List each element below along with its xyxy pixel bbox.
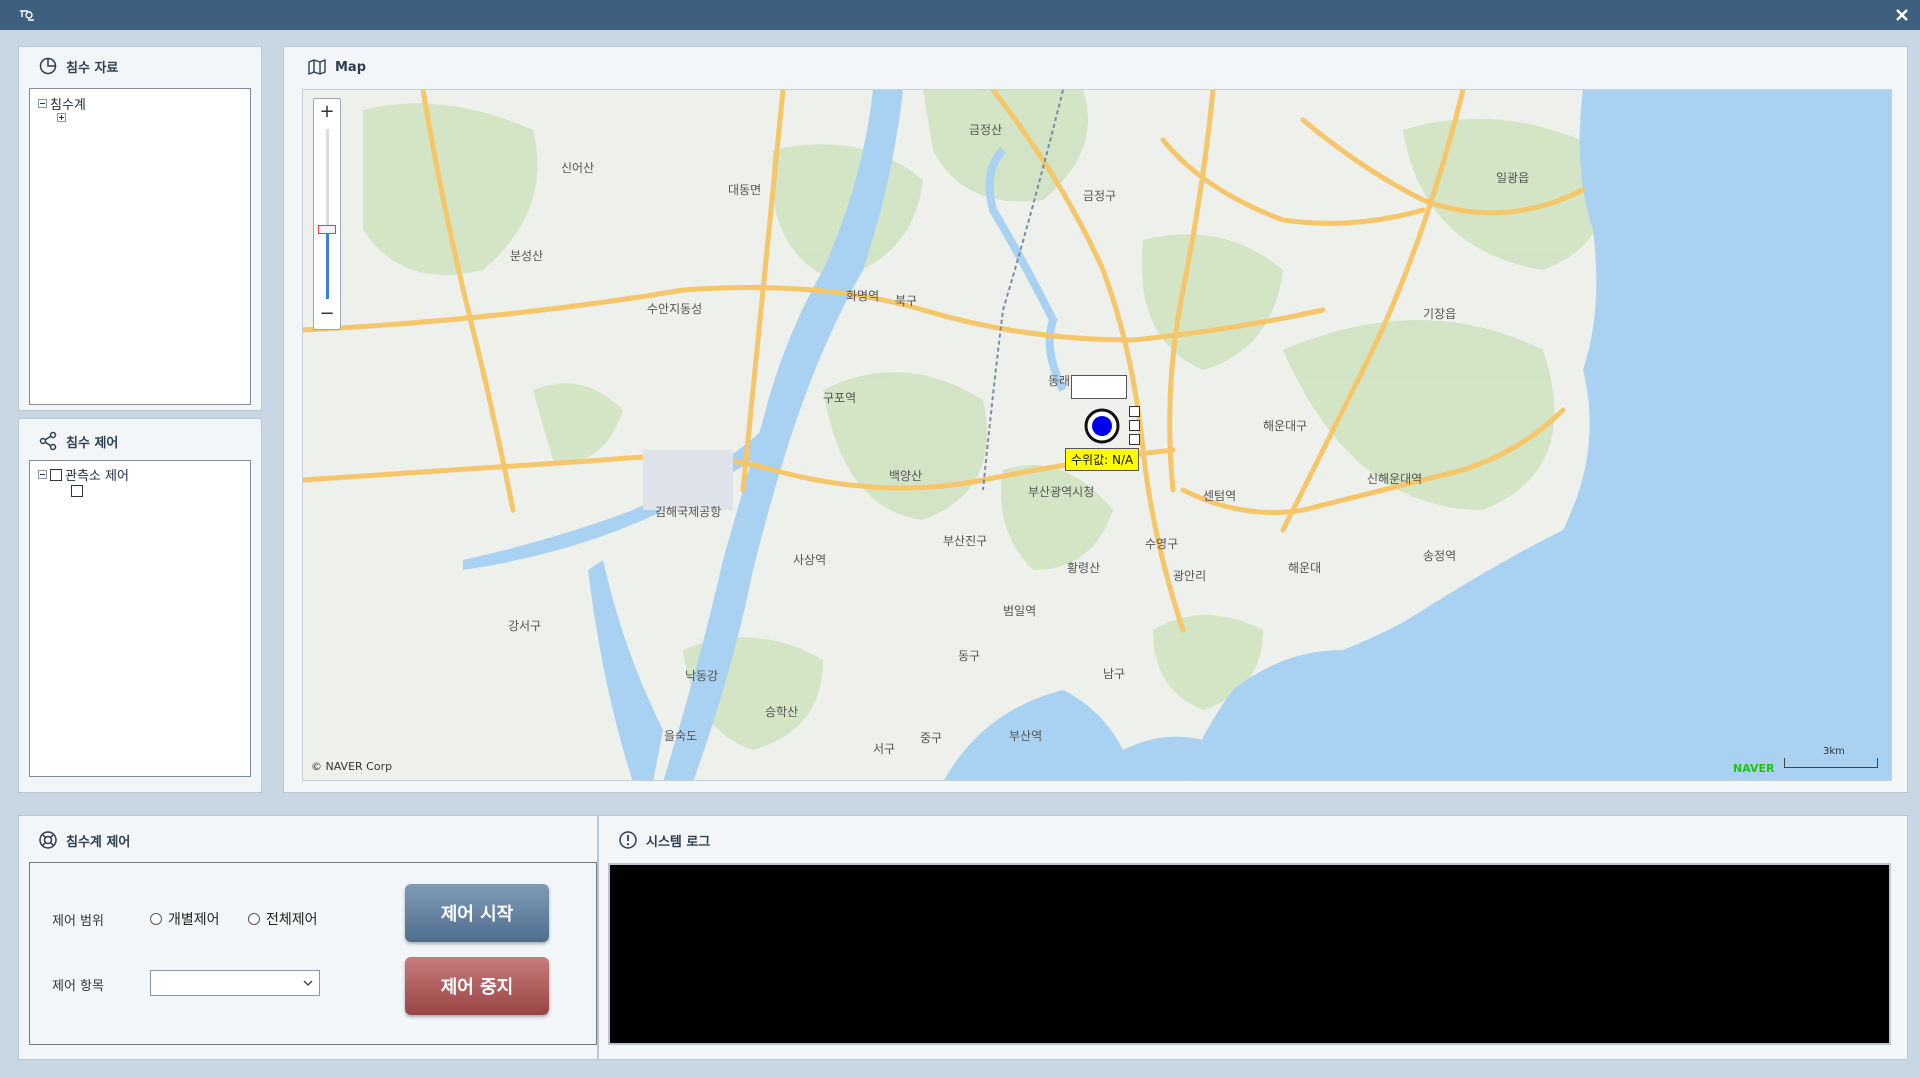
station-control-label: 관측소 제어 <box>65 469 129 484</box>
share-nodes-icon <box>39 431 57 451</box>
map-header: Map <box>307 57 366 77</box>
radio-all-dot[interactable] <box>248 913 260 925</box>
marker-label-box[interactable] <box>1071 375 1127 399</box>
system-log-title: 시스템 로그 <box>646 834 711 850</box>
svg-text:중구: 중구 <box>920 731 942 745</box>
stop-control-button[interactable]: 제어 중지 <box>405 957 549 1015</box>
flood-control-tree[interactable]: 관측소 제어 <box>29 460 251 777</box>
naver-logo: NAVER <box>1733 762 1775 775</box>
svg-text:금정산: 금정산 <box>969 123 1002 137</box>
collapse-icon[interactable] <box>38 470 47 479</box>
svg-text:사상역: 사상역 <box>793 553 826 567</box>
map-scale-label: 3km <box>1823 746 1845 757</box>
svg-text:기장읍: 기장읍 <box>1423 307 1456 321</box>
chevron-down-icon <box>303 980 313 986</box>
system-log-output[interactable] <box>608 863 1891 1045</box>
svg-text:김해국제공항: 김해국제공항 <box>655 505 721 519</box>
map-view[interactable]: 대동면 금정구 북구 기장읍 해운대구 동래 부산진구 수영구 남구 강서구 서… <box>302 89 1892 781</box>
tree-node-station-child[interactable] <box>71 485 86 497</box>
svg-text:범일역: 범일역 <box>1003 604 1036 618</box>
zoom-track-fill <box>326 229 329 299</box>
svg-text:해운대: 해운대 <box>1288 561 1321 575</box>
water-level-tooltip: 수위값: N/A <box>1065 448 1140 471</box>
gauge-control-header: 침수계 제어 <box>38 830 130 850</box>
control-item-label: 제어 항목 <box>52 979 104 994</box>
marker-option-2[interactable] <box>1129 420 1140 431</box>
zoom-control[interactable]: + − <box>313 98 341 330</box>
svg-text:낙동강: 낙동강 <box>685 669 718 683</box>
svg-text:동구: 동구 <box>958 649 980 663</box>
svg-text:화명역: 화명역 <box>846 289 879 303</box>
svg-text:수안지동성: 수안지동성 <box>647 302 702 316</box>
svg-text:승학산: 승학산 <box>765 705 798 719</box>
tree-node-station-control[interactable]: 관측소 제어 <box>38 465 129 484</box>
control-range-label: 제어 범위 <box>52 914 104 929</box>
expand-icon[interactable] <box>57 113 66 122</box>
map-copyright: © NAVER Corp <box>311 760 393 773</box>
flood-data-tree[interactable]: 침수계 <box>29 88 251 405</box>
radio-individual-label: 개별제어 <box>168 912 220 928</box>
alert-circle-icon <box>619 831 637 849</box>
svg-text:분성산: 분성산 <box>510 249 543 263</box>
svg-text:부산진구: 부산진구 <box>943 534 987 548</box>
svg-text:신어산: 신어산 <box>561 161 594 175</box>
map-scale-bar: 3km <box>1784 746 1878 768</box>
gauge-location-marker[interactable] <box>1084 408 1120 444</box>
zoom-slider-handle[interactable] <box>318 225 336 234</box>
svg-text:백양산: 백양산 <box>889 469 922 483</box>
control-item-select[interactable] <box>150 970 320 996</box>
gauge-control-title: 침수계 제어 <box>66 834 131 850</box>
svg-text:을숙도: 을숙도 <box>664 729 697 743</box>
station-child-checkbox[interactable] <box>71 485 83 497</box>
radio-all-control[interactable]: 전체제어 <box>248 909 318 929</box>
svg-text:신해운대역: 신해운대역 <box>1367 472 1422 486</box>
window-titlebar <box>0 0 1920 30</box>
svg-text:북구: 북구 <box>895 294 917 308</box>
map-title: Map <box>335 59 367 75</box>
svg-text:대동면: 대동면 <box>728 183 761 197</box>
marker-option-3[interactable] <box>1129 434 1140 445</box>
flood-data-header: 침수 자료 <box>38 56 118 76</box>
svg-text:구포역: 구포역 <box>823 391 856 405</box>
flood-control-header: 침수 제어 <box>38 431 118 451</box>
lifebuoy-icon <box>39 831 57 849</box>
svg-text:일광읍: 일광읍 <box>1496 171 1529 185</box>
svg-text:수영구: 수영구 <box>1145 537 1178 551</box>
close-icon[interactable] <box>1894 7 1910 23</box>
svg-text:강서구: 강서구 <box>508 619 541 633</box>
svg-text:해운대구: 해운대구 <box>1263 419 1307 433</box>
zoom-out-button[interactable]: − <box>314 303 340 327</box>
radio-individual-dot[interactable] <box>150 913 162 925</box>
system-log-header: 시스템 로그 <box>618 830 710 850</box>
svg-text:광안리: 광안리 <box>1173 569 1206 583</box>
pie-chart-icon <box>39 57 57 75</box>
marker-option-1[interactable] <box>1129 406 1140 417</box>
flood-data-title: 침수 자료 <box>66 60 119 76</box>
svg-text:부산역: 부산역 <box>1009 729 1042 743</box>
svg-text:부산광역시청: 부산광역시청 <box>1028 485 1094 499</box>
svg-text:동래: 동래 <box>1048 374 1070 388</box>
tree-node-gauge[interactable]: 침수계 <box>38 94 86 113</box>
tree-node-child[interactable] <box>57 113 69 122</box>
station-control-checkbox[interactable] <box>50 468 62 481</box>
svg-text:서구: 서구 <box>873 742 895 756</box>
svg-text:송정역: 송정역 <box>1423 549 1456 563</box>
map-icon <box>308 59 326 75</box>
svg-text:황령산: 황령산 <box>1067 561 1100 575</box>
svg-text:금정구: 금정구 <box>1083 189 1116 203</box>
collapse-icon[interactable] <box>38 99 47 108</box>
start-control-button[interactable]: 제어 시작 <box>405 884 549 942</box>
flood-control-title: 침수 제어 <box>66 435 119 451</box>
app-glyph-icon <box>20 10 34 21</box>
svg-text:남구: 남구 <box>1103 667 1125 681</box>
radio-individual-control[interactable]: 개별제어 <box>150 909 220 929</box>
tree-node-gauge-label: 침수계 <box>50 98 86 113</box>
radio-all-label: 전체제어 <box>266 912 318 928</box>
zoom-in-button[interactable]: + <box>314 101 340 125</box>
svg-text:센텀역: 센텀역 <box>1203 489 1236 503</box>
